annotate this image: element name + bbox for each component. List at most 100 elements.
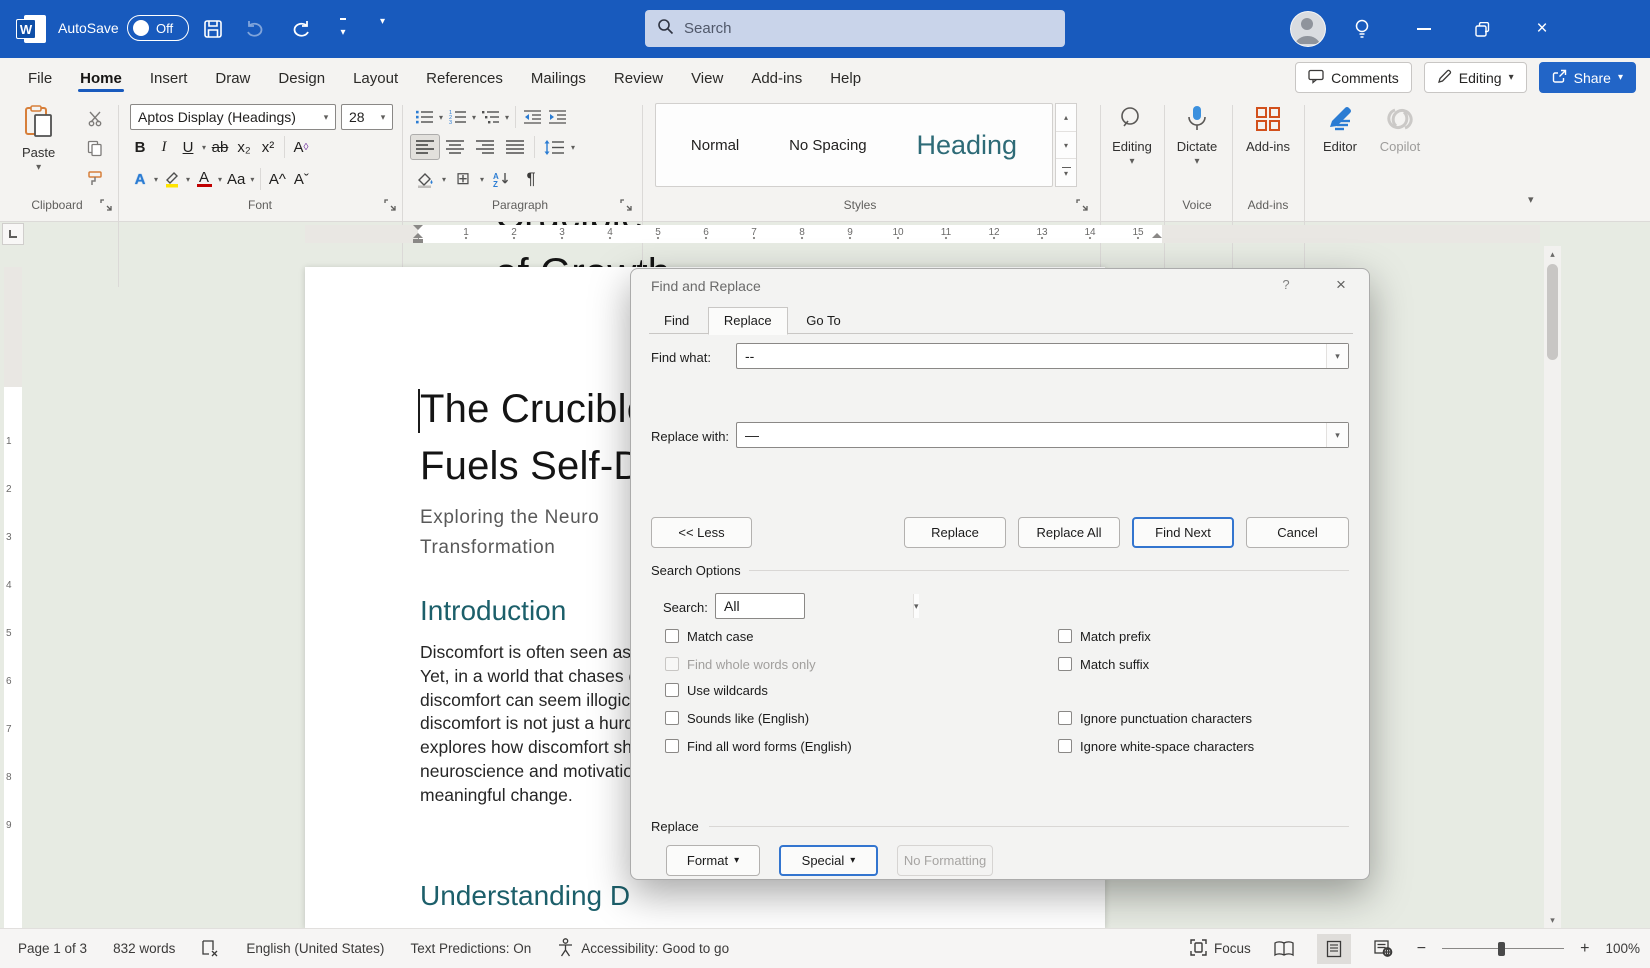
user-avatar[interactable]: [1290, 11, 1326, 47]
ignore-whitespace-checkbox[interactable]: [1058, 739, 1072, 753]
font-dialog-launcher-icon[interactable]: [384, 199, 397, 212]
chevron-down-icon[interactable]: ▾: [913, 594, 919, 618]
replace-with-input[interactable]: [737, 427, 1326, 443]
match-prefix-checkbox[interactable]: [1058, 629, 1072, 643]
restore-button[interactable]: [1462, 14, 1502, 44]
numbered-list-button[interactable]: 123: [445, 104, 470, 130]
close-button[interactable]: ×: [1522, 14, 1562, 44]
align-left-button[interactable]: [410, 134, 440, 160]
line-spacing-button[interactable]: [539, 134, 569, 160]
accessibility-status[interactable]: Accessibility: Good to go: [557, 938, 729, 960]
editor-button[interactable]: Editor: [1314, 105, 1366, 154]
clear-formatting-button[interactable]: A◊: [289, 134, 313, 160]
subscript-button[interactable]: x₂: [232, 134, 256, 160]
dialog-tab-goto[interactable]: Go To: [791, 308, 855, 336]
sounds-like-checkbox[interactable]: [665, 711, 679, 725]
highlight-color-button[interactable]: [160, 166, 184, 192]
italic-button[interactable]: I: [152, 134, 176, 160]
grow-font-button[interactable]: A^: [265, 166, 289, 192]
minimize-button[interactable]: [1404, 14, 1444, 44]
comments-button[interactable]: Comments: [1295, 62, 1412, 93]
style-normal[interactable]: Normal: [691, 137, 739, 154]
quick-access-toolbar-icon[interactable]: ▾: [326, 12, 360, 46]
shading-button[interactable]: [410, 166, 440, 192]
dictate-button[interactable]: Dictate ▾: [1170, 105, 1224, 167]
print-layout-button[interactable]: [1317, 934, 1351, 964]
text-effects-button[interactable]: A: [128, 166, 152, 192]
editing-mode-dropdown[interactable]: Editing ▾: [1424, 62, 1527, 93]
match-suffix-checkbox[interactable]: [1058, 657, 1072, 671]
find-what-input[interactable]: [737, 348, 1326, 364]
tab-mailings[interactable]: Mailings: [517, 61, 600, 94]
copy-icon[interactable]: [82, 136, 108, 160]
zoom-out-button[interactable]: −: [1417, 940, 1426, 958]
document-title[interactable]: The Crucible of Growth - Revised... ▾: [380, 17, 385, 27]
align-right-button[interactable]: [470, 134, 500, 160]
find-word-forms-checkbox[interactable]: [665, 739, 679, 753]
focus-mode-button[interactable]: Focus: [1190, 939, 1251, 959]
multilevel-list-button[interactable]: [478, 104, 503, 130]
zoom-slider[interactable]: [1442, 942, 1564, 956]
horizontal-ruler[interactable]: 1 2 3 4 5 6 7 8 9 10 11 12 13 14 15: [0, 222, 1650, 246]
sort-button[interactable]: AZ: [486, 166, 516, 192]
language-indicator[interactable]: English (United States): [246, 941, 384, 956]
page-indicator[interactable]: Page 1 of 3: [18, 941, 87, 956]
pilcrow-button[interactable]: ¶: [516, 166, 546, 192]
underline-button[interactable]: U: [176, 134, 200, 160]
save-icon[interactable]: [196, 12, 230, 46]
chevron-down-icon[interactable]: ▾: [200, 143, 208, 152]
dialog-tab-replace[interactable]: Replace: [708, 307, 788, 335]
text-predictions-indicator[interactable]: Text Predictions: On: [410, 941, 531, 956]
strikethrough-button[interactable]: ab: [208, 134, 232, 160]
collapse-ribbon-icon[interactable]: ▾: [1528, 193, 1534, 206]
replace-all-button[interactable]: Replace All: [1018, 517, 1120, 548]
dialog-close-icon[interactable]: ×: [1329, 273, 1353, 297]
font-name-combo[interactable]: Aptos Display (Headings) ▾: [130, 104, 336, 130]
styles-dialog-launcher-icon[interactable]: [1076, 199, 1089, 212]
scroll-up-icon[interactable]: ▴: [1544, 246, 1561, 262]
style-no-spacing[interactable]: No Spacing: [789, 137, 867, 154]
zoom-slider-thumb[interactable]: [1498, 942, 1505, 956]
editing-button[interactable]: Editing ▾: [1106, 105, 1158, 167]
bold-button[interactable]: B: [128, 134, 152, 160]
addins-button[interactable]: Add-ins: [1238, 105, 1298, 154]
dialog-tab-find[interactable]: Find: [649, 308, 704, 336]
shrink-font-button[interactable]: Aˇ: [289, 166, 313, 192]
increase-indent-button[interactable]: [545, 104, 570, 130]
read-mode-button[interactable]: [1267, 934, 1301, 964]
autosave-toggle[interactable]: Off: [127, 15, 189, 41]
cut-icon[interactable]: [82, 106, 108, 130]
justify-button[interactable]: [500, 134, 530, 160]
first-line-indent-marker[interactable]: [413, 225, 423, 230]
scroll-down-icon[interactable]: ▾: [1544, 912, 1561, 928]
style-heading[interactable]: Heading: [916, 130, 1017, 161]
tab-view[interactable]: View: [677, 61, 737, 94]
tab-home[interactable]: Home: [66, 61, 136, 94]
search-bar[interactable]: [645, 10, 1065, 47]
undo-icon[interactable]: [238, 12, 272, 46]
find-what-combo[interactable]: ▾: [736, 343, 1349, 369]
tab-insert[interactable]: Insert: [136, 61, 202, 94]
less-button[interactable]: << Less: [651, 517, 752, 548]
tab-references[interactable]: References: [412, 61, 517, 94]
bullet-list-button[interactable]: [412, 104, 437, 130]
format-button[interactable]: Format▾: [666, 845, 760, 876]
hanging-indent-marker[interactable]: [413, 233, 423, 238]
chevron-down-icon[interactable]: ▾: [1326, 344, 1348, 368]
styles-scroll-down-icon[interactable]: ▾: [1056, 132, 1076, 160]
tab-addins[interactable]: Add-ins: [737, 61, 816, 94]
proofing-errors-icon[interactable]: [201, 939, 220, 958]
vertical-ruler[interactable]: 1 2 3 4 5 6 7 8 9: [2, 246, 24, 928]
change-case-button[interactable]: Aa: [224, 166, 248, 192]
ignore-punctuation-checkbox[interactable]: [1058, 711, 1072, 725]
lightbulb-icon[interactable]: [1345, 12, 1379, 46]
format-painter-icon[interactable]: [82, 166, 108, 190]
decrease-indent-button[interactable]: [520, 104, 545, 130]
right-indent-marker[interactable]: [1152, 233, 1162, 238]
tab-review[interactable]: Review: [600, 61, 677, 94]
left-indent-marker[interactable]: [413, 239, 423, 243]
clipboard-dialog-launcher-icon[interactable]: [100, 199, 113, 212]
dialog-help-icon[interactable]: ?: [1277, 277, 1295, 295]
tab-layout[interactable]: Layout: [339, 61, 412, 94]
font-color-button[interactable]: A: [192, 166, 216, 192]
